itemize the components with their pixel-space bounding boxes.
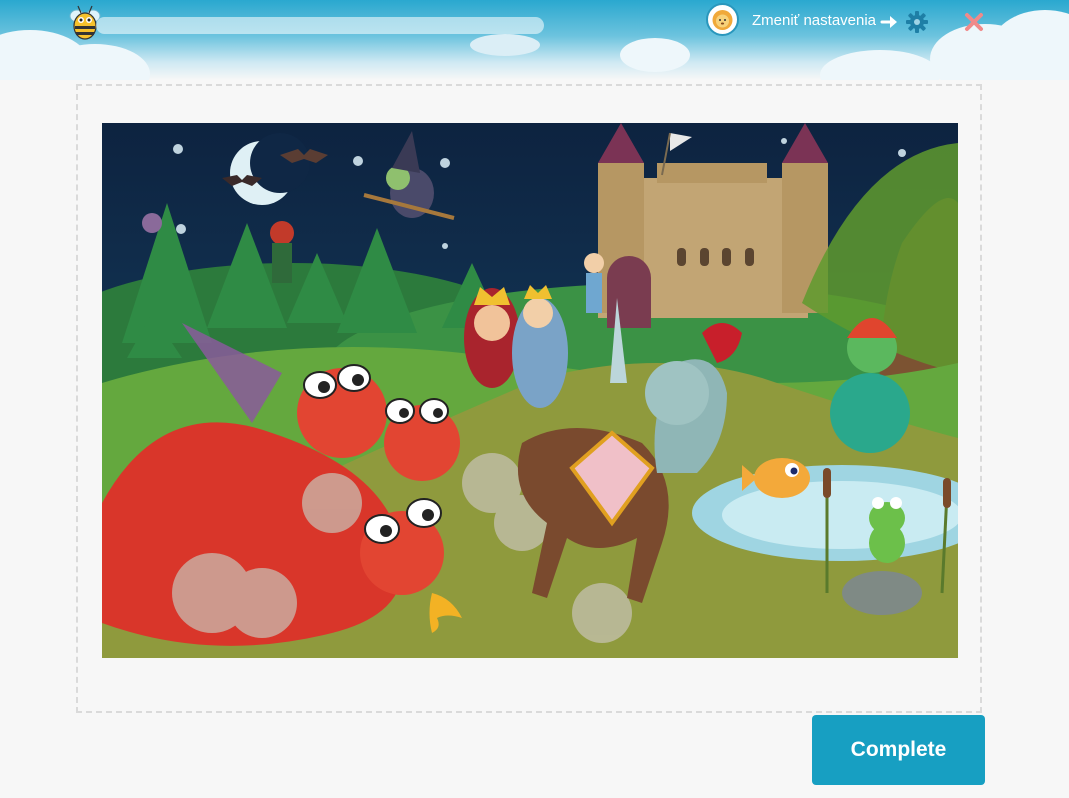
lion-avatar-icon[interactable] bbox=[706, 3, 739, 36]
cloud-decoration bbox=[990, 10, 1069, 80]
cloud-decoration bbox=[820, 50, 940, 80]
gear-icon[interactable] bbox=[905, 10, 929, 34]
progress-bar bbox=[96, 17, 544, 34]
cloud-decoration bbox=[470, 34, 540, 56]
change-settings-link[interactable]: Zmeniť nastavenia bbox=[752, 12, 876, 29]
complete-button[interactable]: Complete bbox=[812, 715, 985, 785]
header-bar: Zmeniť nastavenia bbox=[0, 0, 1069, 80]
arrow-right-icon[interactable] bbox=[880, 13, 898, 31]
cloud-decoration bbox=[620, 38, 690, 72]
close-icon[interactable] bbox=[963, 11, 985, 33]
fairy-tale-scene-image bbox=[102, 123, 958, 658]
